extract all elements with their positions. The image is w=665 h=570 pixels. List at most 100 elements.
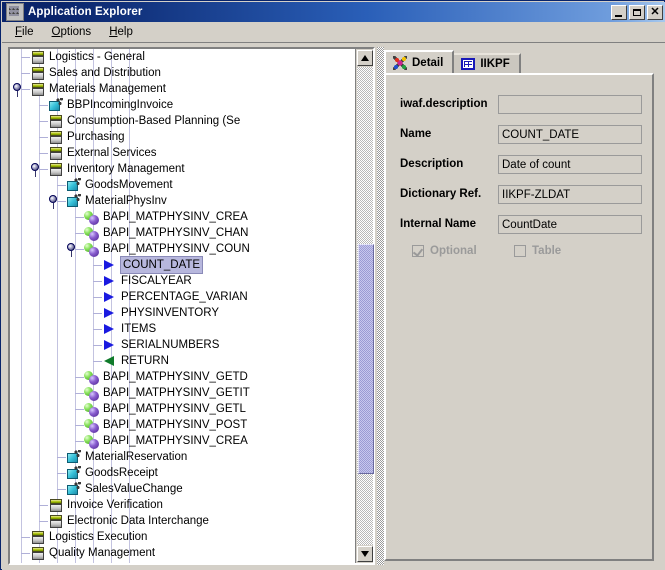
tree-expand-handle[interactable]	[29, 162, 42, 177]
tree-node-label: COUNT_DATE	[120, 256, 204, 274]
tree-node[interactable]: BAPI_MATPHYSINV_CREA	[84, 209, 248, 225]
tree-node[interactable]: Logistics Execution	[30, 529, 147, 545]
tree-node[interactable]: ITEMS	[102, 321, 156, 337]
checkbox-table[interactable]: Table	[514, 245, 561, 257]
tree-node-label: SalesValueChange	[85, 483, 183, 495]
param-out-icon	[102, 354, 118, 369]
tree-node[interactable]: BBPIncomingInvoice	[48, 97, 173, 113]
tree-node[interactable]: Logistics - General	[30, 49, 145, 65]
menu-item-options[interactable]: Options	[43, 24, 101, 41]
input-internal-name[interactable]: CountDate	[498, 214, 642, 234]
service-icon	[66, 193, 82, 209]
tree-expand-handle[interactable]	[65, 242, 78, 257]
menu-item-help[interactable]: Help	[100, 24, 142, 41]
tree-node-label: Materials Management	[49, 83, 166, 95]
tree-node[interactable]: SalesValueChange	[66, 481, 183, 497]
tree-node[interactable]: MaterialReservation	[66, 449, 187, 465]
tree-node-label: Logistics - General	[49, 51, 145, 63]
tree-connector	[93, 361, 102, 362]
tree-node-label: BAPI_MATPHYSINV_CHAN	[103, 227, 249, 239]
tree-node[interactable]: BAPI_MATPHYSINV_GETD	[84, 369, 248, 385]
tree-node[interactable]: BAPI_MATPHYSINV_COUN	[84, 241, 250, 257]
tab-iikpf-label: IIKPF	[480, 58, 510, 70]
tree-node[interactable]: MaterialPhysInv	[66, 193, 167, 209]
tree-node[interactable]: Inventory Management	[48, 161, 185, 177]
maximize-button[interactable]	[629, 4, 645, 20]
tree-expand-handle[interactable]	[47, 194, 60, 209]
app-explorer-icon	[6, 3, 24, 21]
tree-node[interactable]: GoodsMovement	[66, 177, 173, 193]
panel-splitter[interactable]	[377, 47, 384, 565]
tree-node-label: Consumption-Based Planning (Se	[67, 115, 241, 127]
tree-connector	[93, 265, 102, 266]
tree-node[interactable]: PHYSINVENTORY	[102, 305, 219, 321]
checkbox-table-box[interactable]	[514, 245, 526, 257]
tree-node-label: Quality Management	[49, 547, 156, 559]
input-dictionary-ref[interactable]: IIKPF-ZLDAT	[498, 184, 642, 204]
tree-connector	[57, 473, 66, 474]
tree-node[interactable]: BAPI_MATPHYSINV_GETL	[84, 401, 246, 417]
grid-icon	[460, 57, 476, 71]
starburst-icon	[392, 55, 408, 70]
scrollbar-thumb[interactable]	[358, 244, 374, 474]
param-in-icon	[102, 274, 118, 289]
bapi-icon	[84, 370, 100, 385]
tree-viewport[interactable]: Logistics - General Sales and Distributio…	[10, 49, 355, 563]
tree-expand-handle[interactable]	[11, 82, 24, 97]
tree-node[interactable]: BAPI_MATPHYSINV_POST	[84, 417, 247, 433]
service-icon	[66, 465, 82, 481]
tree-vertical-scrollbar[interactable]	[355, 49, 374, 563]
tree-node[interactable]: FISCALYEAR	[102, 273, 192, 289]
field-label-dictionary-ref: Dictionary Ref.	[400, 188, 482, 200]
tree-node[interactable]: SERIALNUMBERS	[102, 337, 219, 353]
tree-node-label: SERIALNUMBERS	[121, 339, 220, 351]
tab-iikpf[interactable]: IIKPF	[452, 53, 521, 73]
tree-node[interactable]: PERCENTAGE_VARIAN	[102, 289, 248, 305]
scrollbar-track[interactable]	[357, 67, 374, 545]
minimize-button[interactable]	[611, 4, 627, 20]
tab-detail[interactable]: Detail	[384, 50, 455, 73]
tree-connector	[21, 57, 30, 58]
menu-item-file[interactable]: File	[6, 24, 43, 41]
tree-node[interactable]: BAPI_MATPHYSINV_CHAN	[84, 225, 249, 241]
tree-node-label: MaterialReservation	[85, 451, 188, 463]
tree-node[interactable]: Invoice Verification	[48, 497, 163, 513]
checkbox-optional[interactable]: Optional	[412, 245, 477, 257]
tree-node[interactable]: GoodsReceipt	[66, 465, 158, 481]
input-iwaf-description[interactable]	[498, 94, 642, 114]
field-internal-name: Internal Name CountDate	[386, 213, 652, 235]
scroll-up-arrow[interactable]	[357, 50, 373, 66]
input-description[interactable]: Date of count	[498, 154, 642, 174]
tree-node[interactable]: Purchasing	[48, 129, 125, 145]
tree-node-label: BAPI_MATPHYSINV_CREA	[103, 211, 248, 223]
tree-node[interactable]: Electronic Data Interchange	[48, 513, 209, 529]
tree-node[interactable]: Sales and Distribution	[30, 65, 161, 81]
scroll-down-arrow[interactable]	[357, 546, 373, 562]
tree-node[interactable]: BAPI_MATPHYSINV_CREA	[84, 433, 248, 449]
checkbox-table-label: Table	[532, 245, 562, 257]
tree-node[interactable]: Quality Management	[30, 545, 155, 561]
service-icon	[66, 481, 82, 497]
tree-node[interactable]: Consumption-Based Planning (Se	[48, 113, 240, 129]
tree-connector	[93, 345, 102, 346]
tree-connector	[39, 521, 48, 522]
close-button[interactable]: ✕	[647, 4, 663, 20]
package-icon	[30, 82, 46, 97]
tree-node[interactable]: RETURN	[102, 353, 169, 369]
bapi-icon	[84, 210, 100, 225]
close-icon: ✕	[650, 5, 660, 18]
tree-node[interactable]: External Services	[48, 145, 156, 161]
tab-detail-label: Detail	[412, 56, 444, 69]
tree-node-label: BAPI_MATPHYSINV_COUN	[103, 243, 250, 255]
tree-node[interactable]: BAPI_MATPHYSINV_GETIT	[84, 385, 250, 401]
bapi-icon	[84, 386, 100, 401]
input-name[interactable]: COUNT_DATE	[498, 124, 642, 144]
title-bar[interactable]: Application Explorer ✕	[2, 2, 665, 22]
tree-node[interactable]: COUNT_DATE	[102, 256, 204, 274]
tree-node[interactable]: Materials Management	[30, 81, 166, 97]
checkbox-optional-box[interactable]	[412, 245, 424, 257]
tree-node-label: MaterialPhysInv	[85, 195, 167, 207]
tree-node-label: Invoice Verification	[67, 499, 163, 511]
tree-connector	[75, 393, 84, 394]
tree-connector	[39, 505, 48, 506]
